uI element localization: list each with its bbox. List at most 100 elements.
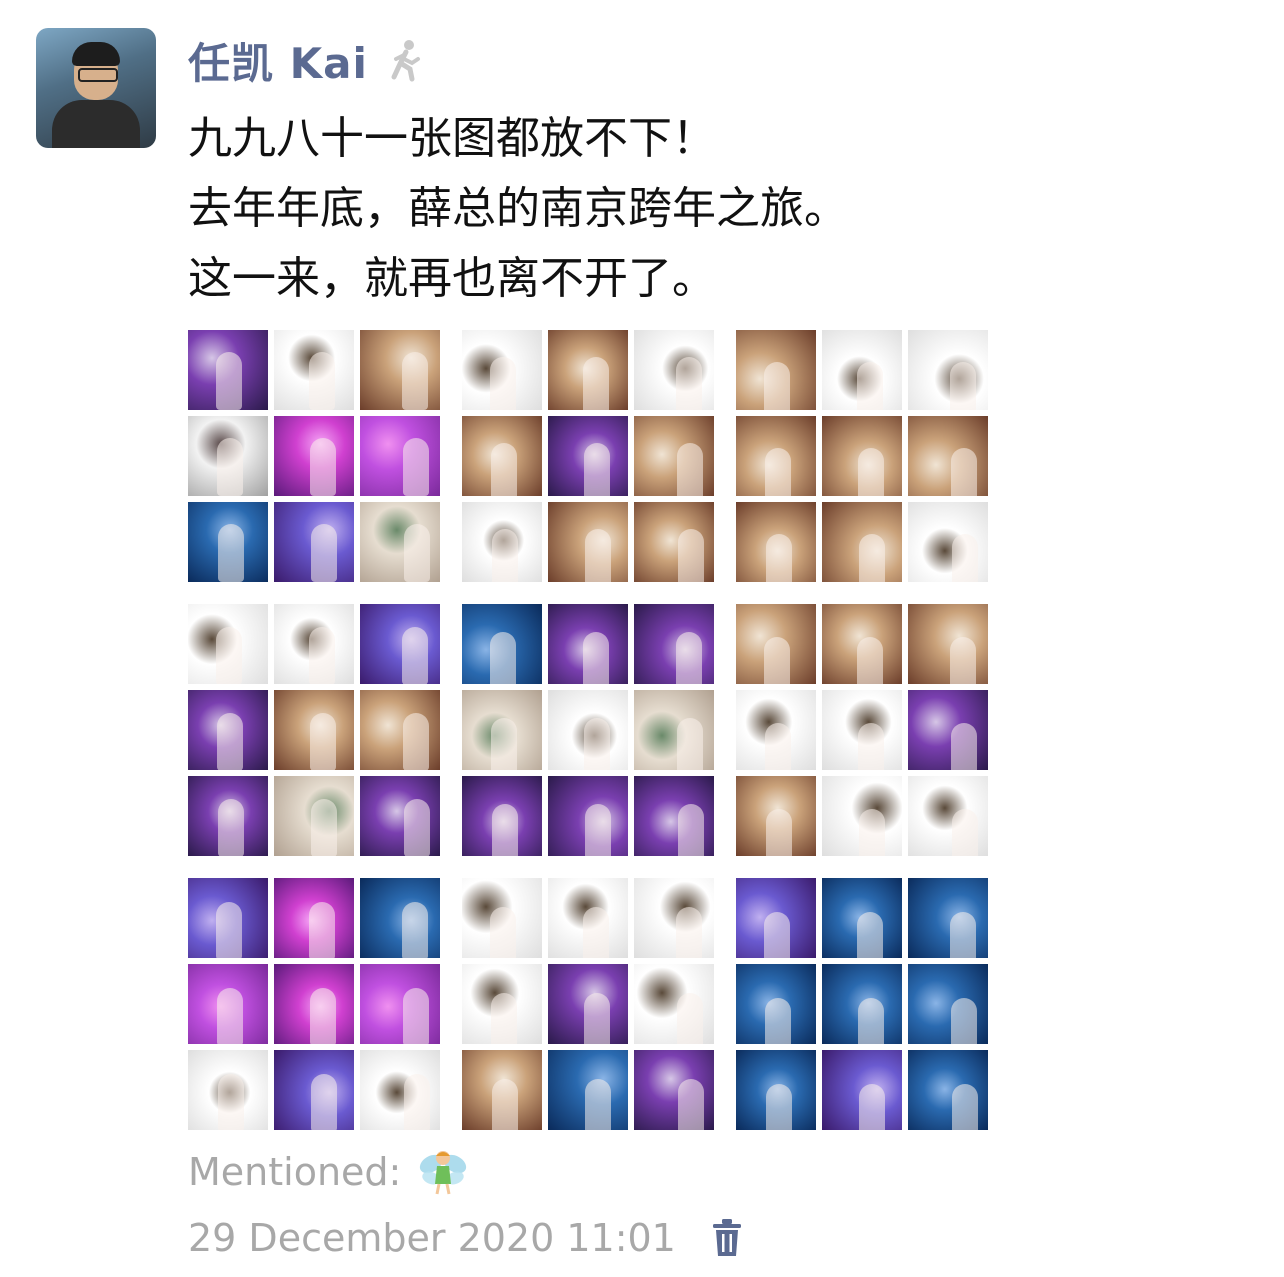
photo-subject	[217, 438, 243, 496]
photo-thumbnail	[736, 690, 816, 770]
photo-subject	[859, 1084, 885, 1130]
photo-thumbnail	[548, 690, 628, 770]
photo-subject	[218, 799, 244, 856]
photo-subject	[950, 637, 976, 684]
photo-subject	[765, 448, 791, 496]
photo-subject	[492, 804, 518, 856]
photo-thumbnail	[908, 964, 988, 1044]
photo-thumbnail	[360, 964, 440, 1044]
photo-subject	[858, 723, 884, 770]
photo-subject	[676, 907, 702, 958]
photo-subject	[404, 799, 430, 856]
photo-thumbnail	[822, 878, 902, 958]
photo-subject	[311, 799, 337, 856]
photo-subject	[402, 627, 428, 684]
photo-thumbnail	[736, 1050, 816, 1130]
photo-thumbnail	[274, 502, 354, 582]
photo-collage-block[interactable]	[188, 604, 444, 860]
photo-subject	[857, 912, 883, 958]
photo-thumbnail	[634, 964, 714, 1044]
photo-subject	[857, 362, 883, 410]
mentioned-label: Mentioned:	[188, 1150, 402, 1194]
photo-subject	[677, 443, 703, 496]
photo-subject	[764, 912, 790, 958]
photo-thumbnail	[274, 964, 354, 1044]
photo-thumbnail	[548, 416, 628, 496]
timestamp-row: 29 December 2020 11:01	[188, 1212, 744, 1264]
photo-thumbnail	[548, 502, 628, 582]
photo-subject	[764, 637, 790, 684]
photo-subject	[309, 902, 335, 958]
photo-thumbnail	[274, 330, 354, 410]
photo-thumbnail	[908, 416, 988, 496]
post-text-line: 九九八十一张图都放不下！	[188, 113, 716, 164]
photo-subject	[950, 362, 976, 410]
photo-thumbnail	[462, 878, 542, 958]
photo-subject	[766, 1084, 792, 1130]
photo-subject	[403, 988, 429, 1044]
photo-subject	[678, 529, 704, 582]
fairy-emoji[interactable]	[417, 1146, 469, 1198]
photo-thumbnail	[548, 964, 628, 1044]
photo-collage-block[interactable]	[462, 604, 718, 860]
photo-thumbnail	[822, 416, 902, 496]
photo-thumbnail	[736, 604, 816, 684]
photo-subject	[402, 352, 428, 410]
photo-thumbnail	[548, 1050, 628, 1130]
photo-thumbnail	[462, 964, 542, 1044]
photo-subject	[217, 988, 243, 1044]
photo-subject	[491, 993, 517, 1044]
photo-collage-block[interactable]	[188, 878, 444, 1134]
photo-subject	[216, 627, 242, 684]
photo-thumbnail	[634, 690, 714, 770]
author-name[interactable]: 任凯 Kai	[188, 30, 368, 91]
photo-subject	[216, 902, 242, 958]
author-header: 任凯 Kai	[188, 32, 428, 88]
photo-thumbnail	[462, 1050, 542, 1130]
photo-subject	[216, 352, 242, 410]
photo-thumbnail	[736, 502, 816, 582]
photo-subject	[309, 352, 335, 410]
photo-subject	[404, 1074, 430, 1130]
photo-collage-block[interactable]	[462, 330, 718, 586]
photo-collage-block[interactable]	[736, 604, 992, 860]
photo-subject	[952, 534, 978, 582]
photo-thumbnail	[274, 1050, 354, 1130]
trash-icon[interactable]	[710, 1218, 744, 1258]
photo-subject	[491, 443, 517, 496]
photo-thumbnail	[908, 776, 988, 856]
photo-thumbnail	[822, 604, 902, 684]
photo-thumbnail	[274, 416, 354, 496]
photo-subject	[583, 632, 609, 684]
photo-subject	[491, 718, 517, 770]
walking-person-icon	[391, 40, 420, 82]
photo-thumbnail	[548, 330, 628, 410]
mentioned-row: Mentioned:	[188, 1146, 469, 1198]
photo-thumbnail	[908, 690, 988, 770]
photo-thumbnail	[908, 502, 988, 582]
photo-subject	[310, 988, 336, 1044]
photo-subject	[490, 907, 516, 958]
photo-subject	[765, 723, 791, 770]
photo-collage-block[interactable]	[462, 878, 718, 1134]
photo-subject	[218, 524, 244, 582]
photo-subject	[490, 357, 516, 410]
photo-collage-block[interactable]	[736, 330, 992, 586]
photo-collage-block[interactable]	[188, 330, 444, 586]
photo-subject	[218, 1074, 244, 1130]
photo-subject	[677, 718, 703, 770]
photo-thumbnail	[548, 604, 628, 684]
photo-thumbnail	[188, 1050, 268, 1130]
photo-thumbnail	[908, 330, 988, 410]
photo-subject	[951, 723, 977, 770]
photo-subject	[678, 1079, 704, 1130]
photo-thumbnail	[822, 776, 902, 856]
photo-subject	[584, 993, 610, 1044]
photo-subject	[678, 804, 704, 856]
photo-collage-block[interactable]	[736, 878, 992, 1134]
photo-thumbnail	[822, 1050, 902, 1130]
author-avatar[interactable]	[36, 28, 156, 148]
photo-subject	[952, 809, 978, 856]
photo-thumbnail	[360, 502, 440, 582]
photo-subject	[859, 534, 885, 582]
